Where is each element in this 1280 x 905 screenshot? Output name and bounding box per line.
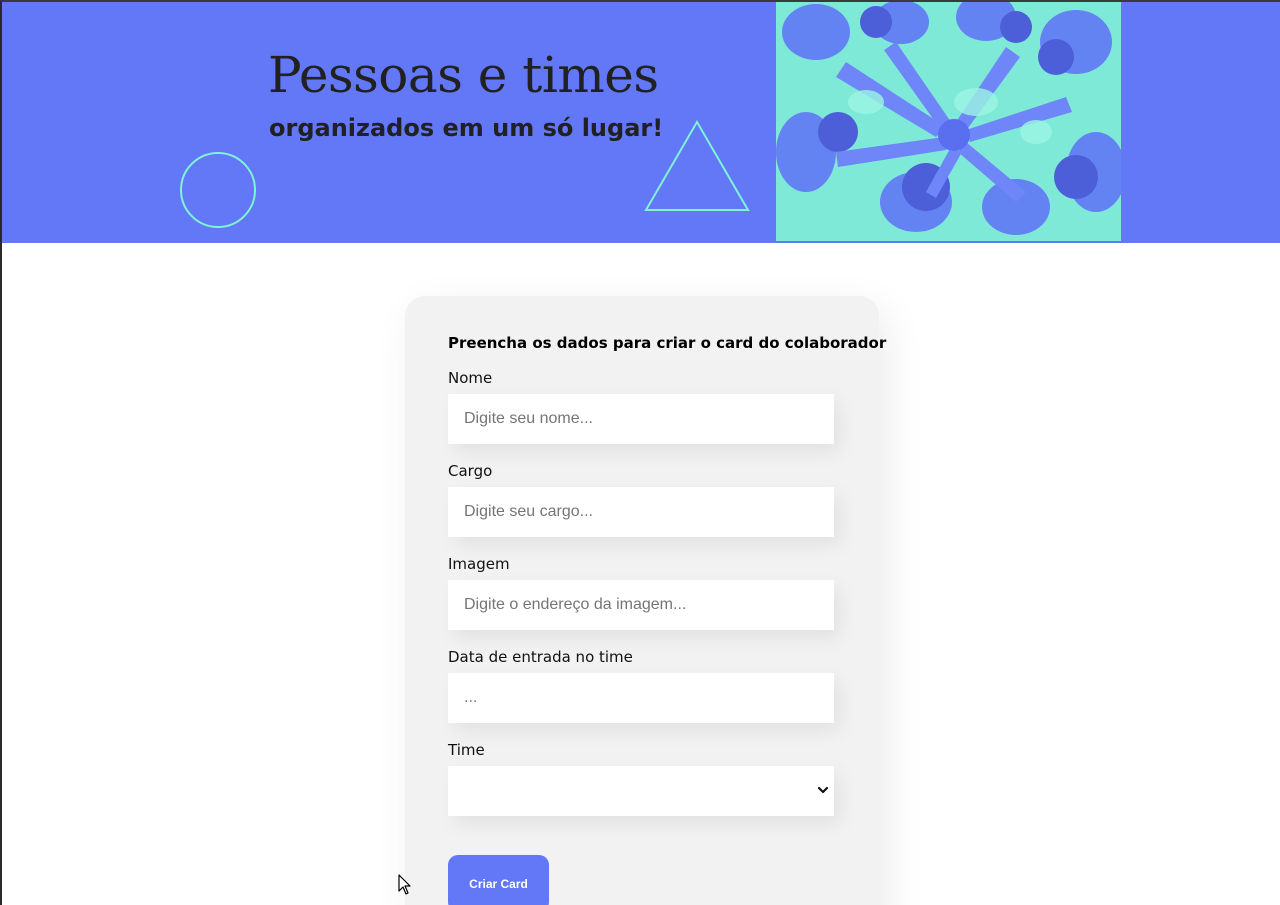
name-label: Nome [448, 369, 493, 387]
form-heading: Preencha os dados para criar o card do c… [448, 334, 887, 352]
create-card-button[interactable]: Criar Card [448, 855, 549, 905]
banner: Pessoas e times organizados em um só lug… [2, 2, 1280, 243]
join-date-field-group: Data de entrada no time [448, 648, 836, 723]
banner-subtitle: organizados em um só lugar! [269, 114, 664, 142]
join-date-label: Data de entrada no time [448, 648, 633, 666]
team-label: Time [448, 741, 485, 759]
name-input[interactable] [448, 394, 834, 444]
role-label: Cargo [448, 462, 493, 480]
join-date-input[interactable] [448, 673, 834, 723]
mouse-cursor-icon [398, 874, 411, 895]
role-field-group: Cargo [448, 462, 836, 537]
team-field-group: Time [448, 741, 836, 816]
image-url-input[interactable] [448, 580, 834, 630]
team-hands-photo [776, 2, 1121, 241]
team-select[interactable] [448, 766, 834, 816]
image-field-group: Imagem [448, 555, 836, 630]
triangle-decoration-icon [644, 120, 750, 211]
banner-title: Pessoas e times [268, 46, 659, 104]
image-label: Imagem [448, 555, 510, 573]
circle-decoration-icon [180, 152, 256, 228]
chevron-down-icon [817, 786, 829, 794]
collaborator-form: Preencha os dados para criar o card do c… [405, 296, 887, 905]
role-input[interactable] [448, 487, 834, 537]
name-field-group: Nome [448, 369, 836, 444]
